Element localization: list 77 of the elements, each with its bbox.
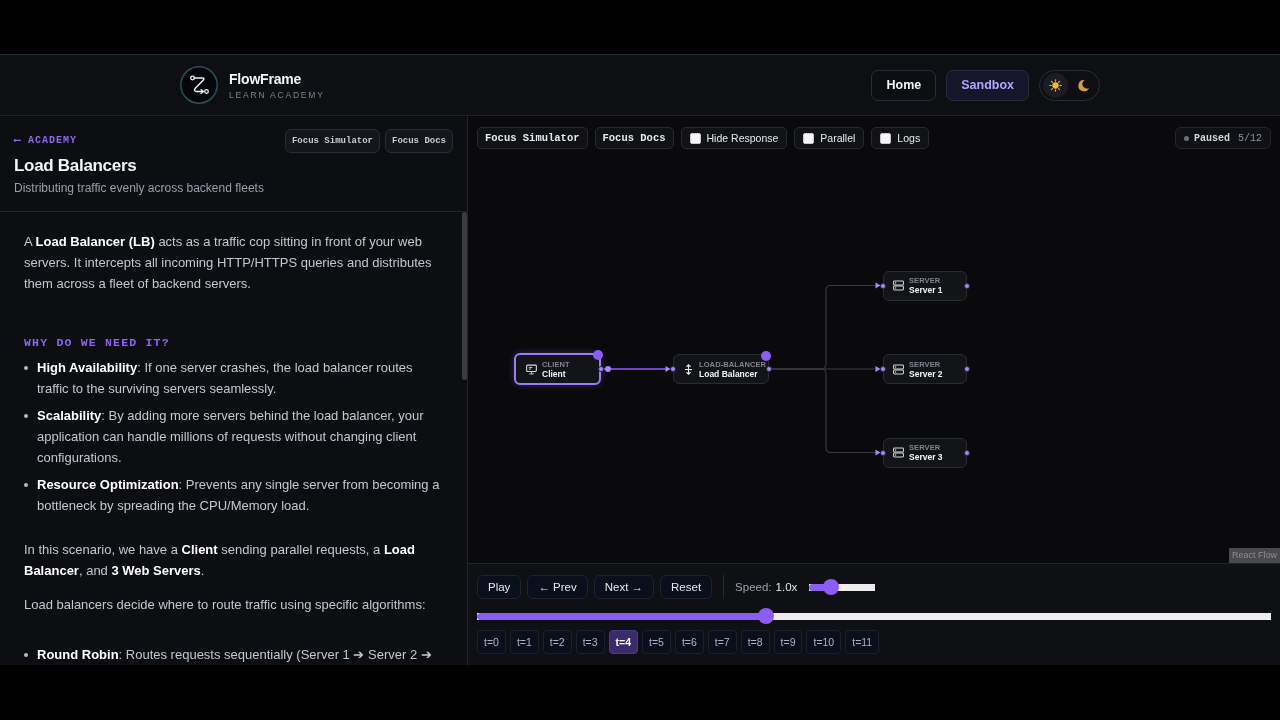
bullet-icon	[24, 653, 28, 657]
step-counter: 5/12	[1238, 132, 1262, 144]
status-label: Paused	[1193, 132, 1230, 144]
list-item-text: Scalability: By adding more servers behind the load balancer, your application can handle millions of requests without changing client configurations.	[37, 407, 425, 467]
brand-name: FlowFrame	[229, 70, 303, 87]
speed-label: Speed:	[735, 581, 772, 593]
focus-button[interactable]: Focus Simulator	[477, 127, 588, 149]
list-item-text: Resource Optimization: Prevents any single server from becoming a bottleneck by spreading the CPU/Memory load.	[37, 476, 441, 515]
scrollbar[interactable]	[462, 212, 467, 380]
connection-handle[interactable]	[964, 282, 970, 289]
node-title: Client	[542, 368, 567, 379]
bullet-icon	[24, 483, 28, 487]
step-button[interactable]: t=9	[773, 630, 803, 654]
speed-value: 1.0x	[775, 581, 798, 593]
step-button[interactable]: t=0	[477, 630, 506, 654]
sun-icon	[1049, 78, 1062, 92]
bullet-icon	[24, 366, 28, 370]
step-button[interactable]: t=11	[845, 630, 880, 654]
connection-handle[interactable]	[766, 366, 772, 372]
step-button[interactable]: t=1	[509, 630, 539, 654]
lesson-subtitle: Distributing traffic evenly across backend fleets	[14, 180, 264, 196]
nav-button[interactable]: Sandbox	[946, 69, 1029, 101]
node-title: Server 2	[909, 368, 943, 379]
theme-option[interactable]	[1043, 72, 1068, 98]
step-button[interactable]: t=5	[642, 630, 671, 654]
brand-tagline: LEARN ACADEMY	[229, 89, 325, 100]
paragraph: Load balancers decide where to route traffic using specific algorithms:	[24, 596, 427, 614]
connection-handle[interactable]	[880, 449, 886, 456]
step-button[interactable]: t=4	[608, 630, 639, 654]
moon-icon	[1077, 78, 1090, 92]
checkbox[interactable]	[803, 132, 815, 144]
focus-button[interactable]: Focus Simulator	[284, 129, 380, 153]
monitor-icon	[526, 363, 537, 375]
bullet-icon	[24, 414, 28, 418]
step-button[interactable]: t=2	[542, 630, 572, 654]
logo-icon	[180, 66, 218, 104]
paragraph: In this scenario, we have a Client sending parallel requests, a Load Balancer, and 3 Web Servers.	[24, 541, 416, 580]
connection-handle[interactable]	[880, 366, 886, 372]
toggle-option[interactable]: Parallel	[794, 127, 865, 149]
step-button[interactable]: t=8	[740, 630, 770, 654]
server-icon	[893, 280, 904, 291]
back-link[interactable]: ⟵ ACADEMY	[14, 135, 78, 147]
paragraph: A Load Balancer (LB) acts as a traffic cop sitting in front of your web servers. It intercepts all incoming HTTP/HTTPS queries and distributes them across a fleet of backend servers.	[24, 233, 433, 293]
server-icon	[893, 447, 904, 458]
nav-button[interactable]: Home	[871, 69, 937, 101]
status-dot-icon	[1183, 135, 1189, 141]
connection-handle[interactable]	[964, 366, 970, 372]
slider-thumb[interactable]	[758, 608, 774, 624]
split-arrows-icon	[683, 363, 694, 375]
slider-thumb[interactable]	[823, 579, 840, 595]
node-title: Server 1	[909, 285, 943, 295]
toggle-option[interactable]: Hide Response	[680, 127, 788, 149]
list-item-text: High Availability: If one server crashes, the load balancer routes traffic to the surviving servers seamlessly.	[37, 359, 414, 398]
connection-handle[interactable]	[880, 282, 886, 289]
step-button[interactable]: t=3	[575, 630, 605, 654]
lesson-title: Load Balancers	[14, 155, 137, 177]
step-button[interactable]: t=7	[707, 630, 737, 654]
step-button[interactable]: t=6	[674, 630, 704, 654]
step-button[interactable]: t=10	[806, 630, 842, 654]
focus-button[interactable]: Focus Docs	[594, 127, 674, 149]
checkbox[interactable]	[689, 132, 701, 144]
control-button[interactable]: ← Prev	[527, 575, 588, 599]
focus-button[interactable]: Focus Docs	[385, 129, 453, 153]
connection-handle[interactable]	[598, 366, 604, 372]
node-title: Load Balancer	[699, 368, 759, 379]
section-heading: WHY DO WE NEED IT?	[24, 335, 171, 351]
control-button[interactable]: Reset	[660, 575, 713, 599]
server-icon	[893, 363, 904, 375]
control-button[interactable]: Next →	[593, 575, 655, 599]
node-title: Server 3	[909, 452, 943, 462]
toggle-option[interactable]: Logs	[871, 127, 930, 149]
edge-dot-icon	[605, 366, 611, 372]
connection-handle[interactable]	[964, 449, 970, 456]
control-button[interactable]: Play	[477, 575, 522, 599]
connection-handle[interactable]	[670, 366, 676, 372]
checkbox[interactable]	[880, 132, 892, 144]
list-item-text: Round Robin: Routes requests sequentially (Server 1 ➔ Server 2 ➔	[37, 646, 433, 664]
